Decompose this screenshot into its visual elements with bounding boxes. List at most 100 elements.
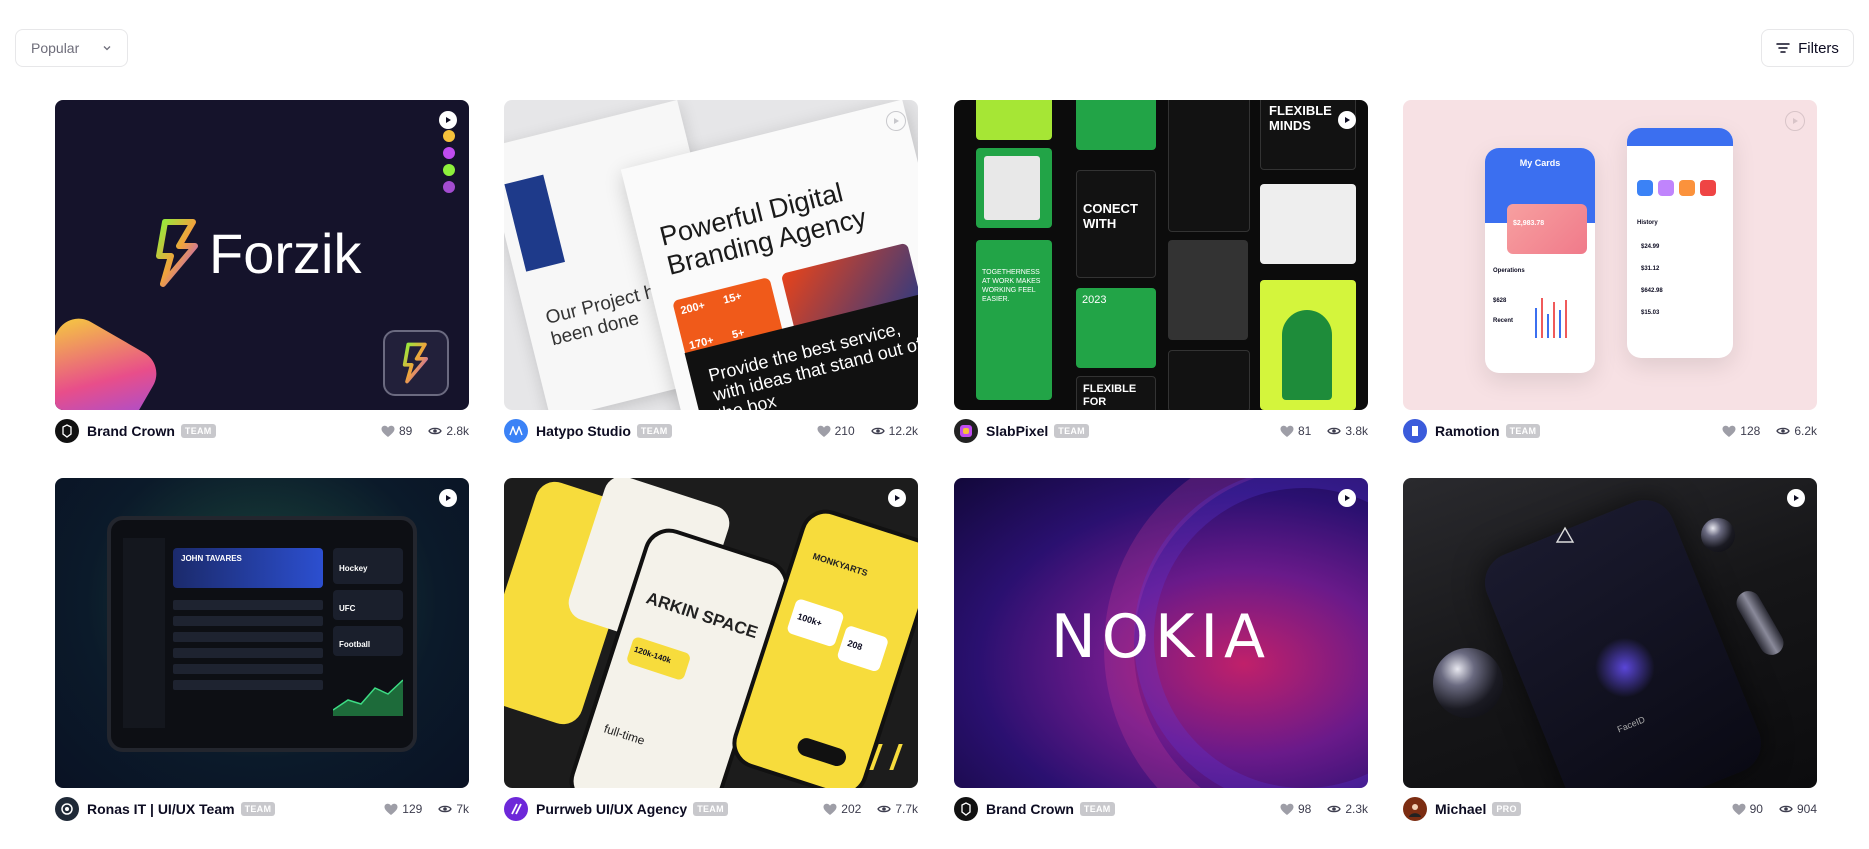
avatar[interactable]: [55, 797, 79, 821]
decorative-sphere: [1433, 648, 1503, 718]
heart-icon[interactable]: [1722, 425, 1736, 438]
author-name[interactable]: Hatypo Studio: [536, 423, 631, 439]
eye-icon: [428, 427, 443, 435]
author-name[interactable]: Ramotion: [1435, 423, 1500, 439]
like-count: 81: [1297, 424, 1312, 438]
heart-icon[interactable]: [823, 803, 837, 816]
shot-thumbnail[interactable]: JOHN TAVARES Hockey UFC Football: [55, 478, 469, 788]
like-count: 129: [402, 802, 423, 816]
heart-icon[interactable]: [381, 425, 395, 438]
team-badge: TEAM: [180, 424, 216, 438]
view-count: 7k: [456, 802, 469, 816]
like-count: 128: [1740, 424, 1761, 438]
view-count: 12.2k: [888, 424, 918, 438]
art-color-dots: [443, 130, 455, 193]
shot-meta: Ramotion TEAM 128 6.2k: [1403, 419, 1817, 443]
eye-icon: [1327, 427, 1342, 435]
shot-thumbnail[interactable]: Our Project have been done Powerful Digi…: [504, 100, 918, 410]
shot-thumbnail[interactable]: NOKIA: [954, 478, 1368, 788]
shot-card[interactable]: Forzik Brand Crown TEAM 89 2.8k: [55, 100, 469, 443]
shot-meta: Purrweb UI/UX Agency TEAM 202 7.7k: [504, 797, 918, 821]
team-badge: TEAM: [1505, 424, 1541, 438]
animated-badge-icon: [439, 489, 457, 507]
animated-badge-icon: [1785, 111, 1805, 131]
author-name[interactable]: Purrweb UI/UX Agency: [536, 801, 687, 817]
art-tile: [976, 148, 1052, 228]
shot-stats: 98 2.3k: [1280, 802, 1368, 816]
animated-badge-icon: [439, 111, 457, 129]
team-badge: TEAM: [693, 802, 728, 816]
shot-meta: Michael PRO 90 904: [1403, 797, 1817, 821]
shot-thumbnail[interactable]: ARKIN SPACE 120k-140k full-time MONKYART…: [504, 478, 918, 788]
heart-icon[interactable]: [817, 425, 831, 438]
team-badge: TEAM: [240, 802, 276, 816]
shot-thumbnail[interactable]: TOGETHERNESS AT WORK MAKES WORKING FEEL …: [954, 100, 1368, 410]
shot-card[interactable]: ARKIN SPACE 120k-140k full-time MONKYART…: [504, 478, 918, 821]
animated-badge-icon: [1787, 489, 1805, 507]
decorative-shape: [1732, 586, 1788, 660]
team-badge: TEAM: [636, 424, 672, 438]
view-count: 2.3k: [1345, 802, 1368, 816]
shot-meta: Ronas IT | UI/UX Team TEAM 129 7k: [55, 797, 469, 821]
sort-dropdown-value: Popular: [31, 40, 80, 56]
avatar[interactable]: [1403, 419, 1427, 443]
animated-badge-icon: [1338, 111, 1356, 129]
heart-icon[interactable]: [1280, 425, 1294, 438]
shot-meta: Brand Crown TEAM 89 2.8k: [55, 419, 469, 443]
shot-card[interactable]: FaceID Michael PRO 90 904: [1403, 478, 1817, 821]
avatar[interactable]: [954, 797, 978, 821]
art-tablet: JOHN TAVARES Hockey UFC Football: [107, 516, 417, 752]
decorative-shape: [55, 309, 166, 410]
shot-card[interactable]: My Cards $2,983.78 Operations $628 Recen…: [1403, 100, 1817, 443]
shot-card[interactable]: JOHN TAVARES Hockey UFC Football Ronas I…: [55, 478, 469, 821]
view-count: 3.8k: [1345, 424, 1368, 438]
top-toolbar: Popular Filters: [0, 0, 1869, 90]
avatar[interactable]: [504, 419, 528, 443]
shot-card[interactable]: NOKIA Brand Crown TEAM 98 2.3k: [954, 478, 1368, 821]
avatar[interactable]: [504, 797, 528, 821]
team-badge: TEAM: [1054, 424, 1089, 438]
shot-card[interactable]: TOGETHERNESS AT WORK MAKES WORKING FEEL …: [954, 100, 1368, 443]
logo-mark-icon: [1555, 526, 1575, 543]
filter-icon: [1776, 42, 1790, 54]
avatar[interactable]: [55, 419, 79, 443]
art-tile: TOGETHERNESS AT WORK MAKES WORKING FEEL …: [976, 240, 1052, 400]
art-tile: 2023: [1076, 288, 1156, 368]
decorative-sphere: [1701, 518, 1735, 552]
view-count: 7.7k: [895, 802, 918, 816]
heart-icon[interactable]: [1732, 803, 1746, 816]
shot-card[interactable]: Our Project have been done Powerful Digi…: [504, 100, 918, 443]
author-name[interactable]: Brand Crown: [986, 801, 1074, 817]
heart-icon[interactable]: [384, 803, 398, 816]
like-count: 202: [841, 802, 862, 816]
view-count: 6.2k: [1794, 424, 1817, 438]
shot-thumbnail[interactable]: FaceID: [1403, 478, 1817, 788]
author-name[interactable]: SlabPixel: [986, 423, 1048, 439]
shot-stats: 210 12.2k: [817, 424, 918, 438]
filters-button[interactable]: Filters: [1761, 29, 1854, 67]
heart-icon[interactable]: [1280, 803, 1294, 816]
shot-meta: Hatypo Studio TEAM 210 12.2k: [504, 419, 918, 443]
author-name[interactable]: Ronas IT | UI/UX Team: [87, 801, 235, 817]
art-wordmark: NOKIA: [1050, 602, 1272, 672]
art-logo: Forzik: [155, 218, 361, 288]
eye-icon: [1327, 805, 1342, 813]
animated-badge-icon: [888, 489, 906, 507]
art-wordmark: Forzik: [209, 221, 362, 285]
pro-badge: PRO: [1492, 802, 1521, 816]
author-name[interactable]: Brand Crown: [87, 423, 175, 439]
team-badge: TEAM: [1079, 802, 1115, 816]
art-phone: History $24.99 $31.12 $642.98 $15.03: [1627, 128, 1733, 358]
like-count: 90: [1749, 802, 1763, 816]
like-count: 98: [1297, 802, 1312, 816]
author-name[interactable]: Michael: [1435, 801, 1486, 817]
shot-meta: Brand Crown TEAM 98 2.3k: [954, 797, 1368, 821]
avatar[interactable]: [1403, 797, 1427, 821]
shot-thumbnail[interactable]: My Cards $2,983.78 Operations $628 Recen…: [1403, 100, 1817, 410]
shot-thumbnail[interactable]: Forzik: [55, 100, 469, 410]
art-tile: FLEXIBLE FOR FLEXIBLE MINDS: [1076, 376, 1156, 410]
avatar[interactable]: [954, 419, 978, 443]
animated-badge-icon: [886, 111, 906, 131]
view-count: 2.8k: [446, 424, 469, 438]
sort-dropdown[interactable]: Popular: [15, 29, 128, 67]
